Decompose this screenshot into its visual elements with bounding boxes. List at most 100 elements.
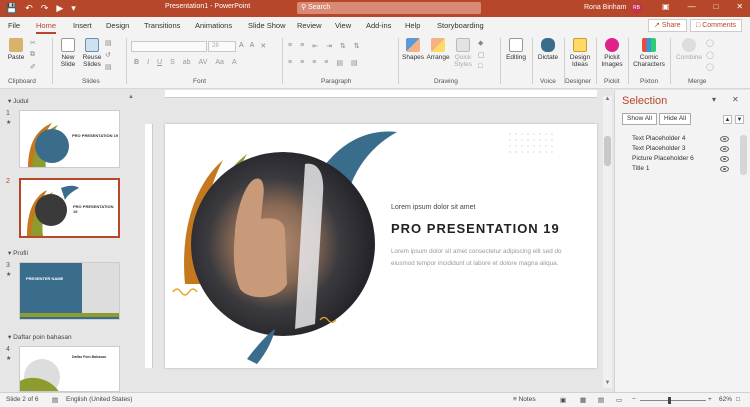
pickit-images-button[interactable]: Pickit Images — [599, 38, 625, 68]
tab-home[interactable]: Home — [36, 21, 57, 34]
slide-subtitle[interactable]: Lorem ipsum dolor sit amet — [391, 204, 475, 211]
comments-button[interactable]: □ Comments — [690, 19, 743, 32]
horizontal-ruler[interactable] — [165, 90, 597, 98]
selection-item[interactable]: Picture Placeholder 6 — [632, 155, 694, 162]
layout-icon[interactable]: ▤ — [105, 39, 112, 47]
section-header-judul[interactable]: ▾ Judul — [8, 97, 29, 105]
cut-icon[interactable]: ✂ — [30, 39, 36, 47]
justify-icon[interactable]: ≡ — [324, 59, 328, 67]
format-painter-icon[interactable]: ✐ — [30, 63, 36, 71]
selection-item[interactable]: Title 1 — [632, 165, 649, 172]
section-header-daftar-poin-bahasan[interactable]: ▾ Daftar poin bahasan — [8, 333, 72, 341]
slide-thumbnail-1[interactable]: PRO PRESENTATION 19 — [19, 110, 120, 168]
customize-icon[interactable]: ▾ — [71, 3, 76, 14]
hide-all-button[interactable]: Hide All — [659, 113, 692, 125]
change-case-icon[interactable]: Aa — [215, 59, 224, 66]
zoom-slider[interactable] — [640, 400, 706, 401]
arrange-button[interactable]: Arrange — [426, 38, 450, 61]
clear-format-icon[interactable]: ✕ — [260, 42, 266, 50]
new-slide-button[interactable]: New Slide — [57, 38, 79, 68]
decrease-font-icon[interactable]: A — [250, 42, 255, 50]
scroll-down-icon[interactable]: ▼ — [603, 380, 612, 386]
quick-styles-button[interactable]: Quick Styles — [452, 38, 474, 68]
copy-icon[interactable]: ⧉ — [30, 51, 36, 59]
share-button[interactable]: ↗ Share — [648, 19, 687, 32]
slide-body-text[interactable]: Lorem ipsum dolor sit amet consectetur a… — [391, 246, 571, 270]
increase-indent-icon[interactable]: ⇥ — [326, 42, 332, 50]
shape-outline-icon[interactable]: ▢ — [478, 51, 485, 59]
fit-to-window-icon[interactable]: □ — [736, 396, 740, 403]
slide-thumbnail-3[interactable]: PRESENTER NAME — [19, 262, 120, 320]
save-icon[interactable]: 💾 — [6, 3, 17, 14]
tab-file[interactable]: File — [8, 21, 20, 30]
vertical-ruler[interactable] — [145, 124, 153, 368]
numbering-icon[interactable]: ≡ — [300, 42, 304, 50]
spacing-icon[interactable]: AV — [199, 59, 208, 66]
comic-characters-button[interactable]: Comic Characters — [632, 38, 666, 68]
zoom-in-icon[interactable]: + — [708, 396, 712, 403]
avatar[interactable]: RB — [631, 3, 642, 14]
undo-icon[interactable]: ↶ — [25, 3, 33, 14]
selection-pane-scrollbar[interactable] — [740, 135, 747, 175]
zoom-level[interactable]: 62% — [719, 396, 732, 403]
section-icon[interactable]: ▤ — [105, 63, 112, 71]
combine-button[interactable]: Combine — [674, 38, 704, 61]
section-header-profil[interactable]: ▾ Profil — [8, 249, 28, 257]
font-size-field[interactable]: 28 — [208, 41, 236, 52]
align-left-icon[interactable]: ≡ — [288, 59, 292, 67]
slide-show-icon[interactable]: ▭ — [616, 396, 622, 404]
shapes-button[interactable]: Shapes — [402, 38, 424, 61]
underline-icon[interactable]: U — [157, 59, 162, 66]
dictate-button[interactable]: Dictate — [536, 38, 560, 61]
slide-thumbnail-4[interactable]: Daftar Poin Bahasan — [19, 346, 120, 392]
selection-item[interactable]: Text Placeholder 3 — [632, 145, 685, 152]
slide-thumbnail-2[interactable]: PRO PRESENTATION 19 — [19, 178, 120, 238]
minimize-icon[interactable]: — — [688, 2, 696, 11]
chevron-down-icon[interactable]: ▾ — [712, 95, 716, 104]
slide-title[interactable]: PRO PRESENTATION 19 — [391, 221, 560, 236]
tab-design[interactable]: Design — [106, 21, 129, 30]
tab-slide-show[interactable]: Slide Show — [248, 21, 286, 30]
line-spacing-icon[interactable]: ⇅ — [340, 42, 346, 50]
selection-item[interactable]: Text Placeholder 4 — [632, 135, 685, 142]
decrease-indent-icon[interactable]: ⇤ — [312, 42, 318, 50]
shape-fill-icon[interactable]: ◆ — [478, 39, 485, 47]
send-backward-icon[interactable]: ▼ — [735, 115, 744, 124]
zoom-out-icon[interactable]: − — [632, 396, 636, 403]
scroll-up-icon[interactable]: ▲ — [128, 94, 134, 102]
redo-icon[interactable]: ↷ — [41, 3, 49, 14]
editor-scrollbar[interactable]: ▲ ▼ — [603, 96, 612, 388]
search-box[interactable]: ⚲ Search — [297, 2, 481, 14]
spell-check-icon[interactable]: ▤ — [52, 396, 58, 404]
eye-icon[interactable] — [720, 136, 729, 142]
align-center-icon[interactable]: ≡ — [300, 59, 304, 67]
bring-forward-icon[interactable]: ▲ — [723, 115, 732, 124]
tab-transitions[interactable]: Transitions — [144, 21, 180, 30]
tab-insert[interactable]: Insert — [73, 21, 92, 30]
align-right-icon[interactable]: ≡ — [312, 59, 316, 67]
thumbnail-scrollbar[interactable]: ▲ — [128, 94, 134, 384]
show-all-button[interactable]: Show All — [622, 113, 657, 125]
reuse-slides-button[interactable]: Reuse Slides — [81, 38, 103, 68]
font-name-field[interactable] — [131, 41, 207, 52]
scroll-thumb[interactable] — [604, 136, 611, 166]
tab-storyboarding[interactable]: Storyboarding — [437, 21, 484, 30]
strikethrough-icon[interactable]: S — [170, 59, 175, 66]
tab-review[interactable]: Review — [297, 21, 322, 30]
shape-effects-icon[interactable]: □ — [478, 63, 485, 70]
fragment-icon[interactable]: ◯ — [706, 51, 714, 59]
user-name[interactable]: Rona Binham — [584, 4, 626, 11]
zoom-slider-thumb[interactable] — [668, 397, 671, 404]
notes-button[interactable]: ≡ Notes — [513, 396, 536, 403]
text-direction-icon[interactable]: ⇅ — [354, 42, 360, 50]
increase-font-icon[interactable]: A — [239, 42, 244, 50]
eye-icon[interactable] — [720, 156, 729, 162]
tab-view[interactable]: View — [335, 21, 351, 30]
reset-icon[interactable]: ↺ — [105, 51, 112, 59]
columns-icon[interactable]: ▤ — [336, 59, 343, 67]
ribbon-display-icon[interactable]: ▣ — [662, 2, 670, 11]
bold-icon[interactable]: B — [134, 59, 139, 66]
editing-button[interactable]: Editing — [504, 38, 528, 61]
normal-view-icon[interactable]: ▣ — [560, 396, 566, 404]
maximize-icon[interactable]: □ — [714, 2, 719, 11]
